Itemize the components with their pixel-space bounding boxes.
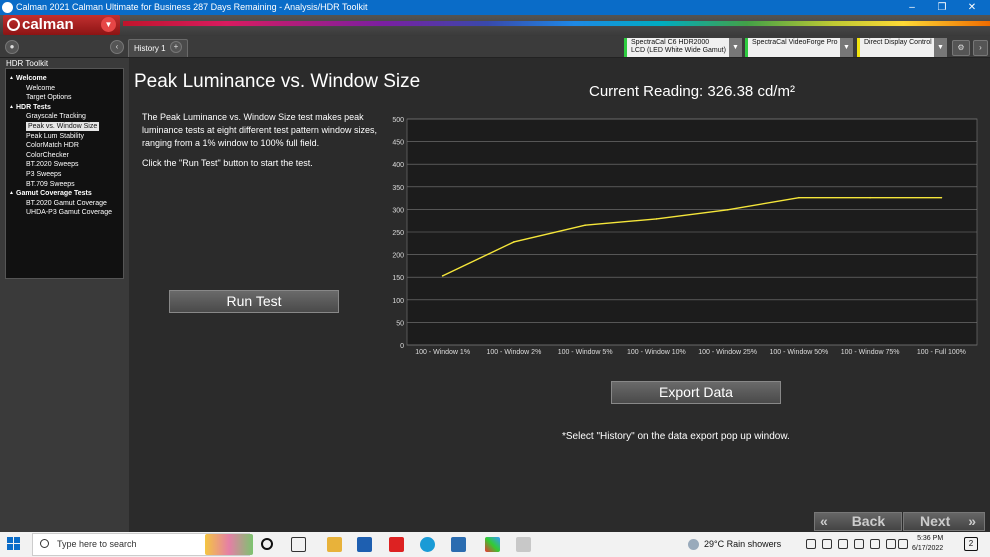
data-point bbox=[940, 196, 943, 199]
mail-icon[interactable] bbox=[357, 537, 372, 552]
y-tick-label: 450 bbox=[392, 140, 404, 147]
back-label: Back bbox=[851, 513, 886, 529]
data-point bbox=[798, 196, 800, 199]
y-tick-label: 300 bbox=[392, 207, 404, 214]
pinned-app-icon[interactable] bbox=[516, 537, 531, 552]
clock-time: 5:36 PM bbox=[917, 535, 944, 542]
export-data-button[interactable]: Export Data bbox=[611, 381, 781, 404]
taskbar: Type here to search 29°C Rain showers 5:… bbox=[0, 532, 990, 557]
network-icon[interactable] bbox=[854, 539, 864, 549]
notification-count: 2 bbox=[968, 539, 974, 548]
data-point bbox=[513, 241, 515, 243]
wifi-icon[interactable] bbox=[886, 539, 896, 549]
data-point bbox=[869, 196, 871, 199]
battery-icon[interactable] bbox=[870, 539, 880, 549]
search-icon bbox=[40, 539, 49, 548]
x-tick-label: 100 - Window 10% bbox=[627, 349, 686, 356]
y-tick-label: 150 bbox=[392, 275, 404, 282]
photos-icon[interactable] bbox=[451, 537, 466, 552]
search-highlight-icon bbox=[205, 534, 253, 555]
tray-app-icon[interactable] bbox=[822, 539, 832, 549]
weather-text[interactable]: 29°C Rain showers bbox=[704, 539, 781, 549]
windows-start-icon[interactable] bbox=[7, 537, 21, 551]
x-tick-label: 100 - Window 75% bbox=[841, 349, 900, 356]
y-tick-label: 0 bbox=[400, 343, 404, 350]
y-tick-label: 400 bbox=[392, 162, 404, 169]
y-tick-label: 350 bbox=[392, 185, 404, 192]
x-tick-label: 100 - Window 2% bbox=[486, 349, 541, 356]
data-point bbox=[726, 209, 729, 211]
notifications-icon[interactable]: 2 bbox=[964, 537, 978, 551]
y-tick-label: 100 bbox=[392, 298, 404, 305]
volume-icon[interactable] bbox=[898, 539, 908, 549]
y-tick-label: 50 bbox=[396, 320, 404, 327]
chevron-up-icon[interactable] bbox=[806, 539, 816, 549]
data-point bbox=[655, 218, 658, 220]
clock-date: 6/17/2022 bbox=[912, 545, 944, 552]
x-tick-label: 100 - Window 25% bbox=[698, 349, 757, 356]
next-label: Next bbox=[920, 513, 951, 529]
next-button[interactable]: Next » bbox=[903, 512, 985, 531]
x-tick-label: 100 - Window 50% bbox=[769, 349, 828, 356]
back-arrow-icon: « bbox=[820, 513, 828, 529]
back-button[interactable]: « Back bbox=[814, 512, 902, 531]
edge-browser-icon[interactable] bbox=[420, 537, 435, 552]
data-point bbox=[584, 224, 586, 227]
data-point bbox=[441, 275, 444, 277]
weather-icon bbox=[688, 539, 699, 550]
y-tick-label: 500 bbox=[392, 117, 404, 124]
cortana-icon[interactable] bbox=[261, 538, 273, 550]
x-tick-label: 100 - Window 5% bbox=[558, 349, 613, 356]
luminance-chart: 0 50 100 150 200 250 300 350 400 450 500 100 - Wind… bbox=[392, 117, 978, 356]
y-tick-label: 200 bbox=[392, 253, 404, 260]
y-tick-label: 250 bbox=[392, 230, 404, 237]
x-tick-label: 100 - Full 100% bbox=[917, 349, 966, 356]
export-note: *Select "History" on the data export pop… bbox=[562, 431, 790, 442]
calman-taskbar-icon[interactable] bbox=[485, 537, 500, 552]
task-view-icon[interactable] bbox=[291, 537, 306, 552]
clock[interactable]: 5:36 PM 6/17/2022 bbox=[912, 534, 943, 554]
cloud-sync-icon[interactable] bbox=[838, 539, 848, 549]
gift-app-icon[interactable] bbox=[389, 537, 404, 552]
next-arrow-icon: » bbox=[968, 513, 977, 529]
x-tick-label: 100 - Window 1% bbox=[415, 349, 470, 356]
file-explorer-icon[interactable] bbox=[327, 537, 342, 552]
search-placeholder: Type here to search bbox=[57, 539, 137, 549]
